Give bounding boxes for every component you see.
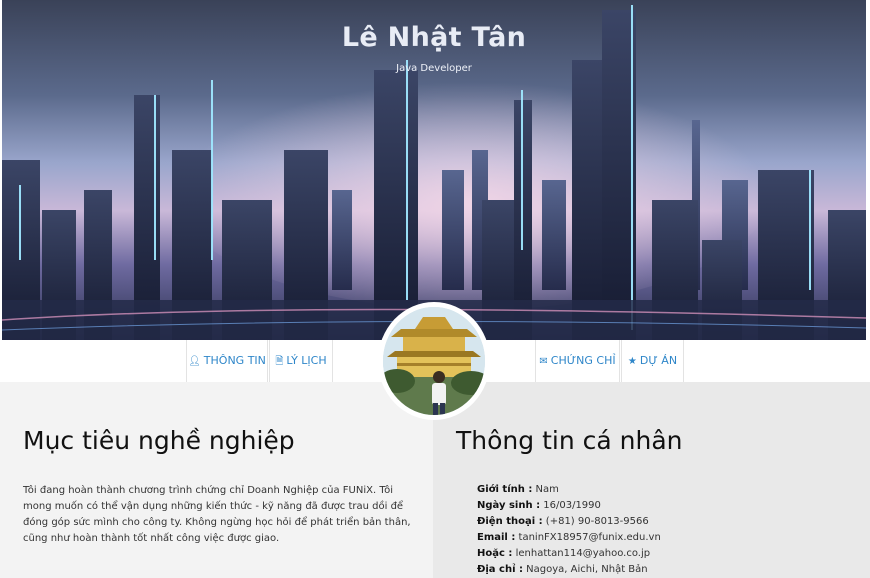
nav-tab-certificates[interactable]: ✉ CHỨNG CHỈ xyxy=(535,340,620,382)
avatar xyxy=(378,302,490,420)
file-icon: 🗎 xyxy=(275,356,284,367)
personal-info-list: Giới tính : Nam Ngày sinh : 16/03/1990 Đ… xyxy=(477,482,661,578)
user-icon: 👤︎ xyxy=(188,356,201,367)
nav-tab-info[interactable]: 👤︎ THÔNG TIN xyxy=(186,340,268,382)
info-email-label: Email : xyxy=(477,532,516,543)
info-birthday-label: Ngày sinh : xyxy=(477,500,541,511)
nav-tab-cv[interactable]: 🗎 LÝ LỊCH xyxy=(269,340,333,382)
info-alt-email: Hoặc : lenhattan114@yahoo.co.jp xyxy=(477,546,661,562)
info-address-label: Địa chỉ : xyxy=(477,564,523,575)
nav-tab-cv-label: LÝ LỊCH xyxy=(286,354,327,367)
nav-tab-projects[interactable]: ★ DỰ ÁN xyxy=(621,340,684,382)
nav-tab-certificates-label: CHỨNG CHỈ xyxy=(550,354,616,367)
nav-tab-projects-label: DỰ ÁN xyxy=(639,354,678,367)
profile-job-title: Java Developer xyxy=(396,63,472,74)
info-birthday-value: 16/03/1990 xyxy=(540,500,601,511)
info-phone-label: Điện thoại : xyxy=(477,516,543,527)
info-address: Địa chỉ : Nagoya, Aichi, Nhật Bản xyxy=(477,562,661,578)
envelope-icon: ✉ xyxy=(539,356,548,367)
career-objective-heading: Mục tiêu nghề nghiệp xyxy=(23,426,295,455)
info-email-value[interactable]: taninFX18957@funix.edu.vn xyxy=(515,532,661,543)
star-icon: ★ xyxy=(627,356,637,367)
nav-tab-info-label: THÔNG TIN xyxy=(203,354,266,367)
hero-banner: Lê Nhật Tân Java Developer xyxy=(2,0,866,340)
info-gender: Giới tính : Nam xyxy=(477,482,661,498)
info-email: Email : taninFX18957@funix.edu.vn xyxy=(477,530,661,546)
avatar-photo xyxy=(383,307,485,415)
info-address-value: Nagoya, Aichi, Nhật Bản xyxy=(523,564,648,575)
personal-info-section: Thông tin cá nhân Giới tính : Nam Ngày s… xyxy=(433,382,870,578)
info-phone: Điện thoại : (+81) 90-8013-9566 xyxy=(477,514,661,530)
info-birthday: Ngày sinh : 16/03/1990 xyxy=(477,498,661,514)
info-phone-value: (+81) 90-8013-9566 xyxy=(542,516,649,527)
info-alt-email-label: Hoặc : xyxy=(477,548,513,559)
info-gender-value: Nam xyxy=(532,484,559,495)
profile-name: Lê Nhật Tân xyxy=(341,22,527,53)
career-objective-text: Tôi đang hoàn thành chương trình chứng c… xyxy=(23,485,411,544)
info-gender-label: Giới tính : xyxy=(477,484,533,495)
career-objective-section: Mục tiêu nghề nghiệp Tôi đang hoàn thành… xyxy=(0,382,433,578)
info-alt-email-value[interactable]: lenhattan114@yahoo.co.jp xyxy=(512,548,651,559)
personal-info-heading: Thông tin cá nhân xyxy=(456,426,683,455)
